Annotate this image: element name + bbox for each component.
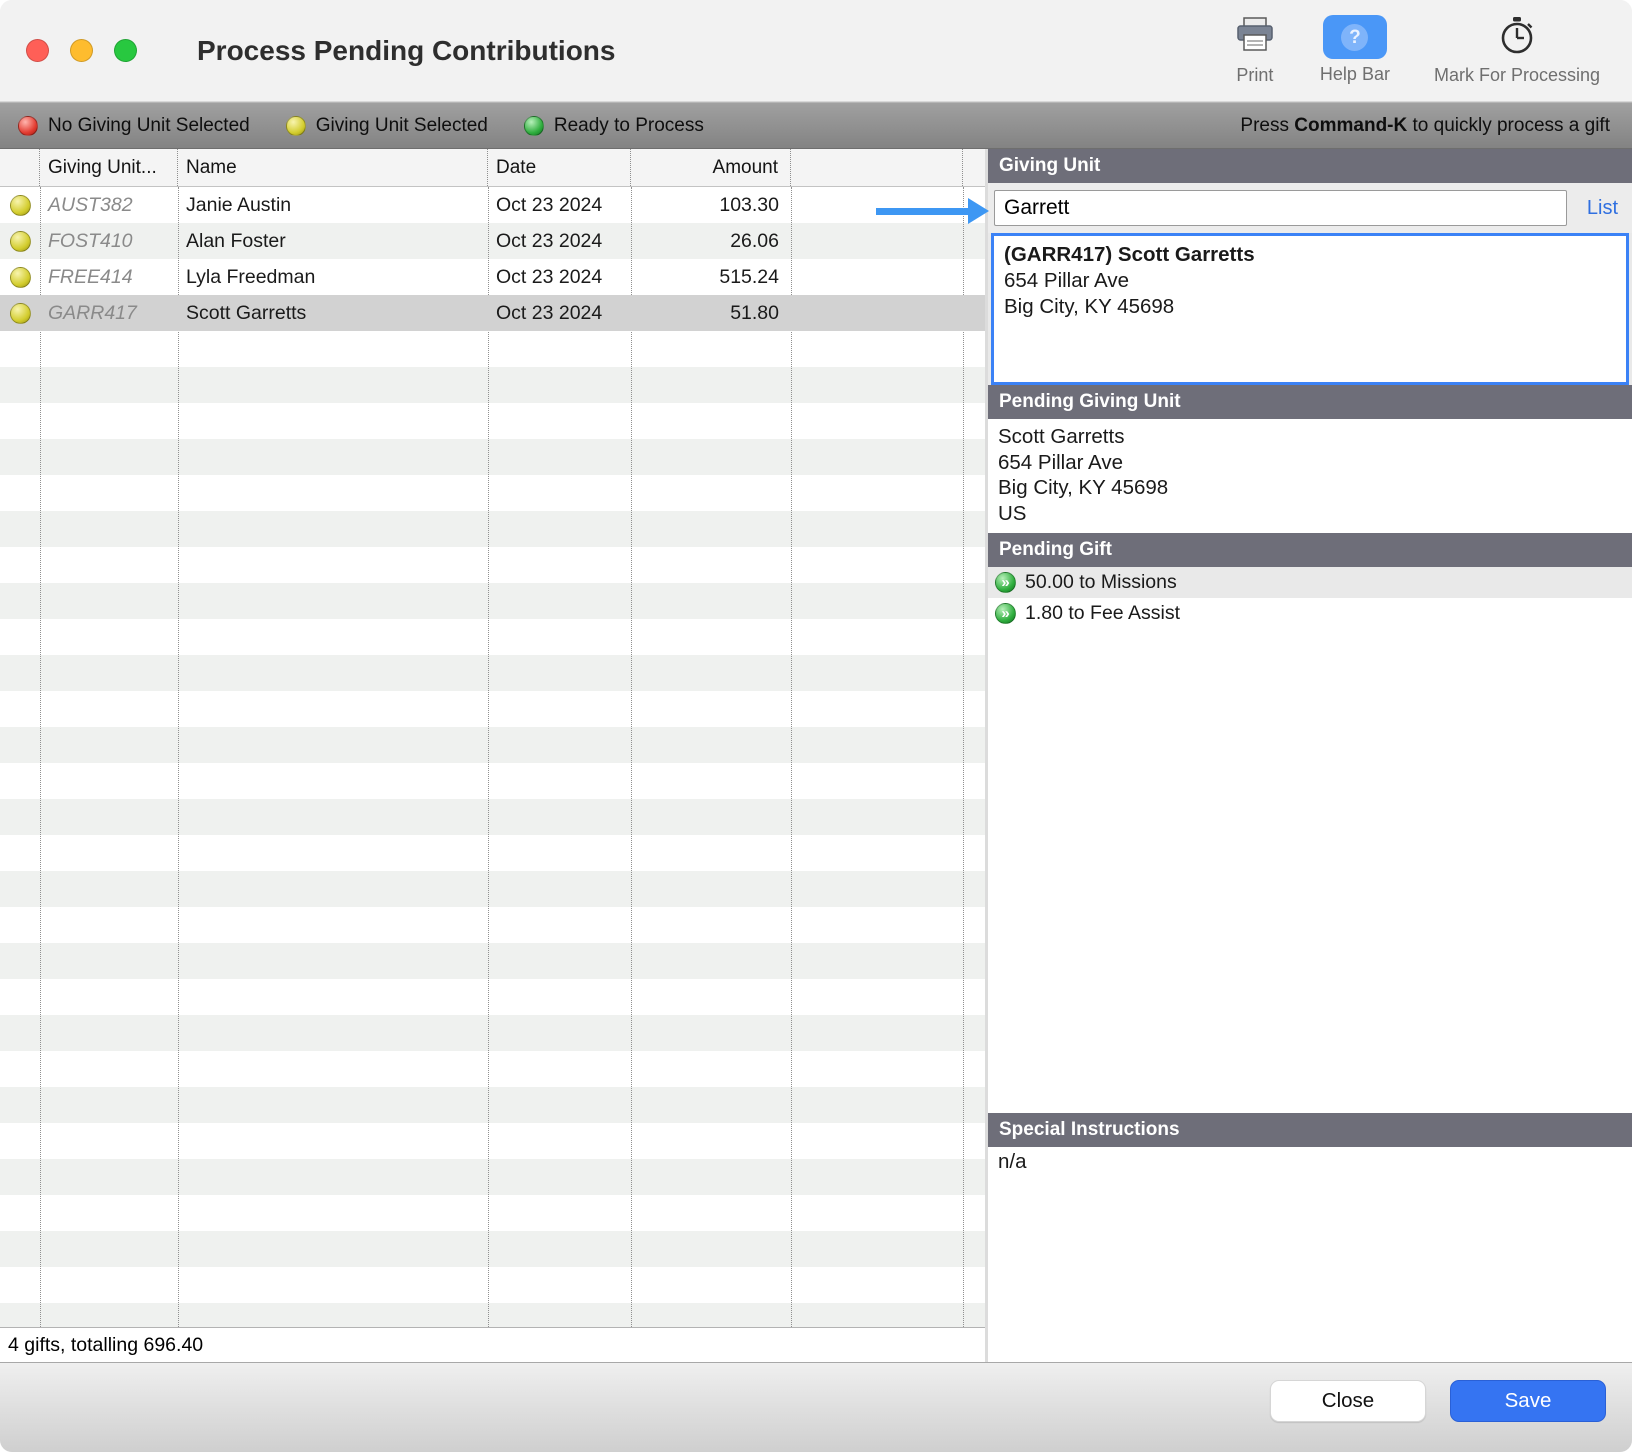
result-title: (GARR417) Scott Garretts (1004, 243, 1255, 266)
result-address-line: Big City, KY 45698 (1004, 295, 1175, 318)
row-name: Lyla Freedman (186, 265, 316, 288)
close-window-button[interactable] (26, 39, 49, 62)
close-button[interactable]: Close (1270, 1380, 1426, 1422)
legend-label: Giving Unit Selected (315, 114, 488, 136)
legend-giving-unit-selected: Giving Unit Selected (285, 114, 488, 137)
pending-gift-list: » 50.00 to Missions » 1.80 to Fee Assist (988, 567, 1632, 1113)
giving-unit-section-header: Giving Unit (988, 149, 1632, 183)
gift-label: 1.80 to Fee Assist (1025, 602, 1181, 624)
column-divider (963, 187, 964, 1327)
pending-gift-item[interactable]: » 1.80 to Fee Assist (988, 598, 1632, 629)
table-row[interactable]: FOST410 Alan Foster Oct 23 2024 26.06 (0, 223, 985, 259)
row-giving-unit: FOST410 (48, 229, 133, 252)
process-arrows-icon: » (995, 572, 1016, 593)
row-amount: 26.06 (730, 229, 779, 252)
table-header: Giving Unit... Name Date Amount (0, 149, 985, 187)
column-divider (488, 187, 489, 1327)
pending-gift-item[interactable]: » 50.00 to Missions (988, 567, 1632, 598)
table-row-selected[interactable]: GARR417 Scott Garretts Oct 23 2024 51.80 (0, 295, 985, 331)
traffic-lights (26, 39, 137, 62)
empty-column-header (963, 149, 985, 186)
pending-gift-section-header: Pending Gift (988, 533, 1632, 567)
giving-unit-search-input[interactable] (994, 190, 1567, 226)
row-amount: 103.30 (719, 193, 779, 216)
table-row[interactable]: AUST382 Janie Austin Oct 23 2024 103.30 (0, 187, 985, 223)
giving-unit-search-result[interactable]: (GARR417) Scott Garretts 654 Pillar Ave … (991, 233, 1629, 385)
gift-label: 50.00 to Missions (1025, 571, 1177, 593)
pending-unit-country: US (998, 501, 1027, 525)
legend-ready-to-process: Ready to Process (523, 114, 704, 137)
giving-unit-search-row: List (988, 183, 1632, 233)
mark-for-processing-label: Mark For Processing (1433, 65, 1600, 85)
column-divider (791, 187, 792, 1327)
print-button[interactable]: Print (1234, 15, 1276, 86)
command-k-key: Command-K (1294, 114, 1408, 136)
pending-unit-name: Scott Garretts (998, 425, 1125, 448)
legend-label: Ready to Process (553, 114, 704, 136)
table-body: AUST382 Janie Austin Oct 23 2024 103.30 … (0, 187, 985, 1327)
status-column-header (0, 149, 40, 186)
empty-column-header (791, 149, 963, 186)
content: Giving Unit... Name Date Amount AUST382 … (0, 149, 1632, 1362)
pending-unit-street: 654 Pillar Ave (998, 450, 1123, 474)
zoom-window-button[interactable] (114, 39, 137, 62)
row-giving-unit: FREE414 (48, 265, 133, 288)
pending-contributions-table: Giving Unit... Name Date Amount AUST382 … (0, 149, 988, 1362)
column-divider (631, 187, 632, 1327)
legend-label: No Giving Unit Selected (48, 114, 250, 136)
pending-giving-unit-address: Scott Garretts 654 Pillar Ave Big City, … (988, 419, 1632, 533)
list-link[interactable]: List (1587, 197, 1622, 220)
legend-no-giving-unit: No Giving Unit Selected (18, 115, 250, 137)
yellow-status-icon (9, 302, 31, 324)
print-label: Print (1236, 65, 1274, 85)
column-divider (178, 187, 179, 1327)
toolbar: Print ? Help Bar Mark For Processing (1234, 15, 1606, 86)
column-divider (40, 187, 41, 1327)
footer-bar: Close Save (0, 1362, 1632, 1452)
process-arrows-icon: » (995, 603, 1016, 624)
row-date: Oct 23 2024 (496, 229, 603, 252)
legend-bar: No Giving Unit Selected Giving Unit Sele… (0, 102, 1632, 149)
command-k-hint: Press Command-K to quickly process a gif… (1240, 114, 1610, 136)
green-status-icon (523, 115, 544, 136)
row-amount: 51.80 (730, 301, 779, 324)
amount-column-header[interactable]: Amount (631, 149, 791, 186)
row-amount: 515.24 (719, 265, 779, 288)
help-icon: ? (1322, 15, 1387, 59)
detail-panel: Giving Unit List (GARR417) Scott Garrett… (988, 149, 1632, 1362)
clock-icon (1496, 15, 1538, 60)
row-date: Oct 23 2024 (496, 301, 603, 324)
date-column-header[interactable]: Date (488, 149, 631, 186)
row-name: Scott Garretts (186, 301, 307, 324)
titlebar: Process Pending Contributions Print ? He… (0, 0, 1632, 102)
yellow-status-icon (9, 194, 31, 216)
window-title: Process Pending Contributions (197, 34, 616, 66)
yellow-status-icon (9, 230, 31, 252)
printer-icon (1234, 15, 1276, 60)
help-bar-label: Help Bar (1319, 64, 1390, 84)
row-giving-unit: GARR417 (48, 301, 137, 324)
yellow-status-icon (9, 266, 31, 288)
red-status-icon (18, 115, 38, 136)
result-address-line: 654 Pillar Ave (1004, 269, 1129, 292)
special-instructions-section-header: Special Instructions (988, 1113, 1632, 1147)
pending-giving-unit-section-header: Pending Giving Unit (988, 385, 1632, 419)
row-name: Alan Foster (186, 229, 286, 252)
minimize-window-button[interactable] (70, 39, 93, 62)
row-giving-unit: AUST382 (48, 193, 133, 216)
row-date: Oct 23 2024 (496, 193, 603, 216)
gifts-total-status: 4 gifts, totalling 696.40 (0, 1327, 985, 1362)
pending-unit-city: Big City, KY 45698 (998, 476, 1169, 499)
giving-unit-column-header[interactable]: Giving Unit... (40, 149, 178, 186)
row-name: Janie Austin (186, 193, 292, 216)
mark-for-processing-button[interactable]: Mark For Processing (1434, 15, 1600, 86)
process-pending-contributions-window: Process Pending Contributions Print ? He… (0, 0, 1632, 1452)
name-column-header[interactable]: Name (178, 149, 488, 186)
row-date: Oct 23 2024 (496, 265, 603, 288)
yellow-status-icon (285, 115, 306, 136)
help-bar-button[interactable]: ? Help Bar (1320, 15, 1390, 85)
table-row[interactable]: FREE414 Lyla Freedman Oct 23 2024 515.24 (0, 259, 985, 295)
save-button[interactable]: Save (1450, 1380, 1606, 1422)
special-instructions-value: n/a (988, 1147, 1632, 1362)
